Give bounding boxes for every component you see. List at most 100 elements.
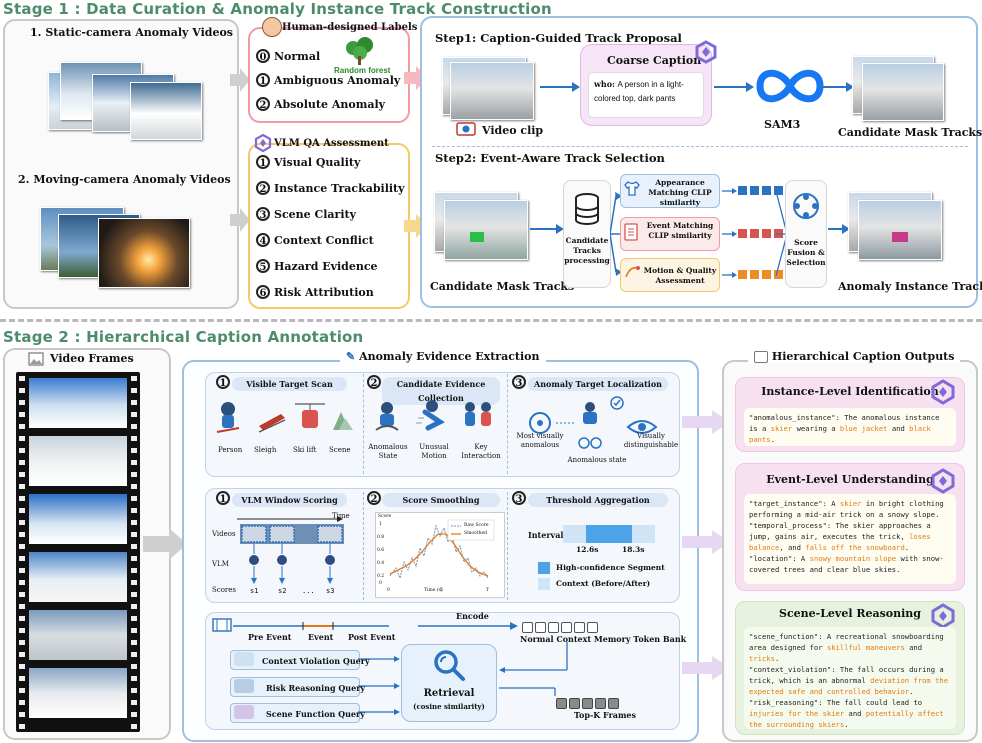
context-query-icon: [234, 652, 254, 666]
fusion-to-output-arrow: [828, 224, 850, 234]
ytick-0.6: 0.6: [377, 548, 385, 553]
scene-hl-tricks: tricks: [749, 654, 775, 663]
scene-output-text: "scene_function": A recreational snowboa…: [744, 627, 956, 729]
interval-t1: 12.6s: [576, 545, 599, 554]
anomaly-instance-label: Anomaly Instance Track: [838, 280, 982, 293]
topk-label: Top-K Frames: [574, 710, 637, 720]
film-strip: [16, 372, 140, 732]
label-normal: 0 Normal: [256, 49, 320, 63]
row2-divider-b: [507, 492, 508, 600]
label-absolute: 2 Absolute Anomaly: [256, 97, 385, 111]
fusion-label: Score Fusion & Selection: [786, 238, 826, 267]
score-s2: s2: [278, 587, 287, 595]
candidate-to-processing-arrow: [530, 224, 564, 234]
event-output-text: "target_instance": A skier in bright clo…: [744, 494, 956, 584]
database-icon: [575, 193, 599, 225]
appearance-label: Appearance Matching CLIP similarity: [648, 178, 712, 207]
candidate-item-key-interaction: Key Interaction: [461, 443, 501, 460]
document-icon: [624, 223, 638, 241]
caption-vlm-logo-icon: [695, 40, 717, 64]
caption-to-sam-arrow: [714, 82, 754, 92]
event-label: Event: [308, 632, 334, 642]
candidate-photo: [862, 63, 944, 121]
qa-instance-trackability: 2 Instance Trackability: [256, 181, 405, 195]
frame-1: [29, 378, 127, 428]
scene-t2b: .: [909, 687, 914, 696]
row1-num-3: 3: [512, 375, 526, 389]
visible-scan-title: Visible Target Scan: [232, 377, 347, 391]
instance-output-text: "anomalous_instance": The anomalous inst…: [744, 408, 956, 446]
frame-2: [29, 436, 127, 486]
sam3-label: SAM3: [764, 118, 801, 131]
instance-text4: .: [770, 435, 775, 444]
loc-item-distinguishable: Visually distinguishable: [623, 432, 679, 449]
score-s3: s3: [326, 587, 335, 595]
loc-item-anomalous-state: Anomalous state: [567, 456, 627, 464]
event-key2: "temporal_process": [749, 521, 827, 530]
qa-context-conflict: 4 Context Conflict: [256, 233, 374, 247]
legend-context-label: Context (Before/After): [556, 579, 651, 588]
event-t2c: .: [904, 543, 910, 552]
visible-item-sleigh: Sleigh: [254, 446, 277, 454]
scene-hl-maneuvers: skillful maneuvers: [826, 643, 905, 652]
score-dots: ...: [302, 587, 315, 595]
interval-high-bar: [586, 525, 632, 543]
retrieval-sub-label: (cosine similarity): [413, 702, 485, 711]
video-clip-photo: [450, 62, 534, 120]
window-row-videos: Videos: [212, 530, 236, 538]
scene-t3c: .: [844, 720, 849, 729]
film-holes-left: [19, 372, 25, 732]
event-match-label: Event Matching CLIP similarity: [646, 221, 714, 240]
score-s1: s1: [250, 587, 259, 595]
row1-num-1: 1: [216, 375, 230, 389]
instance-key: "anomalous_instance": [749, 413, 836, 422]
scene-key2: "context_violation": [749, 665, 832, 674]
qa-risk-attribution: 6 Risk Attribution: [256, 285, 374, 299]
outputs-list-icon: [754, 351, 768, 363]
extraction-title-wrap: ✎ Anomaly Evidence Extraction: [340, 350, 546, 363]
scene-hl-injuries: injuries for the skier: [749, 709, 845, 718]
candidate-item-anomalous-state: Anomalous State: [368, 443, 408, 460]
threshold-title: Threshold Aggregation: [528, 493, 668, 507]
row2-num-3: 3: [512, 491, 526, 505]
fusion-network-icon: [793, 193, 819, 219]
stage2-title: Stage 2 : Hierarchical Caption Annotatio…: [3, 328, 364, 346]
candidate-tracks-label: Candidate Mask Tracks: [838, 126, 982, 139]
static-camera-label: 1. Static-camera Anomaly Videos: [30, 26, 233, 39]
event-key1: "target_instance": [749, 499, 823, 508]
frame-5: [29, 610, 127, 660]
scene-key1: "scene_function": [749, 632, 819, 641]
instance-text3: and: [887, 424, 910, 433]
qa-scene-clarity: 3 Scene Clarity: [256, 207, 356, 221]
stage-divider: [0, 319, 982, 322]
window-row-scores: Scores: [212, 586, 237, 594]
processing-label: Candidate Tracks processing: [564, 236, 610, 265]
sam-to-candidate-arrow: [820, 82, 854, 92]
moving-video-photo-front: [98, 218, 190, 288]
person-icon: [262, 17, 282, 37]
event-hl-skier: skier: [839, 499, 862, 508]
scene-t1c: .: [774, 654, 780, 663]
scene-t1b: and: [904, 643, 923, 652]
event-key3: "location": [749, 554, 793, 563]
ytick-1: 1: [379, 522, 382, 527]
num-2-icon: 2: [256, 97, 270, 111]
scene-t3b: and: [844, 709, 866, 718]
legend-context-swatch: [538, 578, 550, 590]
clip-to-caption-arrow: [540, 82, 580, 92]
step1-title: Step1: Caption-Guided Track Proposal: [435, 31, 682, 45]
caption-text-box: who: A person in a light-colored top, da…: [588, 72, 704, 118]
step2-title: Step2: Event-Aware Track Selection: [435, 151, 665, 165]
film-icon: [212, 618, 232, 632]
legend-high-swatch: [538, 562, 550, 574]
film-holes-right: [131, 372, 137, 732]
random-forest-icon: [346, 37, 373, 65]
moving-camera-label: 2. Moving-camera Anomaly Videos: [18, 173, 231, 186]
row2-num-2: 2: [367, 491, 381, 505]
frame-4: [29, 552, 127, 602]
legend-smoothed: Smoothed: [464, 531, 488, 536]
row1-num-2: 2: [367, 375, 381, 389]
candidate-left-label: Candidate Mask Tracks: [430, 280, 575, 293]
pre-event-label: Pre Event: [248, 632, 292, 642]
caption-who: who:: [594, 79, 615, 89]
